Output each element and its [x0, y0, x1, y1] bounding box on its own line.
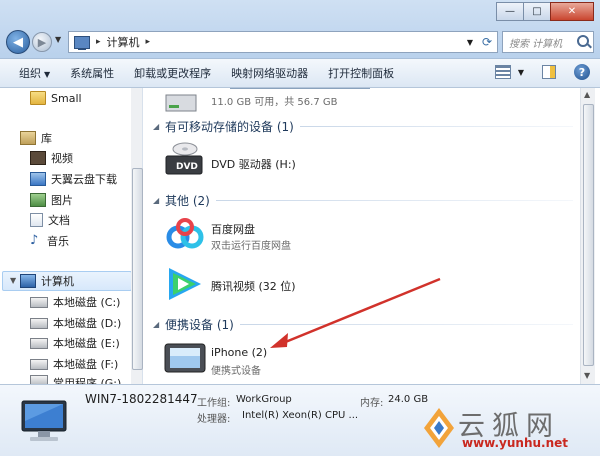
scroll-down-icon[interactable]: ▼: [584, 371, 590, 380]
yunhu-logo-icon: [424, 408, 454, 448]
arrow-head-icon: [270, 333, 288, 348]
computer-monitor-icon: [21, 400, 67, 441]
watermark-url: www.yunhu.net: [462, 436, 569, 450]
arrow-shaft: [282, 277, 441, 345]
workgroup-label: 工作组:: [197, 398, 231, 409]
cpu-value: Intel(R) Xeon(R) CPU ...: [242, 410, 359, 421]
computer-name: WIN7-1802281447: [85, 392, 198, 406]
workgroup-value: WorkGroup: [236, 394, 292, 405]
cpu-label: 处理器:: [197, 414, 231, 425]
scroll-up-icon[interactable]: ▲: [584, 90, 590, 99]
content-scrollbar[interactable]: ▲ ▼: [580, 88, 595, 384]
memory-label: 内存:: [360, 398, 384, 409]
watermark: 云狐网 www.yunhu.net: [422, 404, 600, 454]
scrollbar-thumb[interactable]: [583, 104, 594, 366]
